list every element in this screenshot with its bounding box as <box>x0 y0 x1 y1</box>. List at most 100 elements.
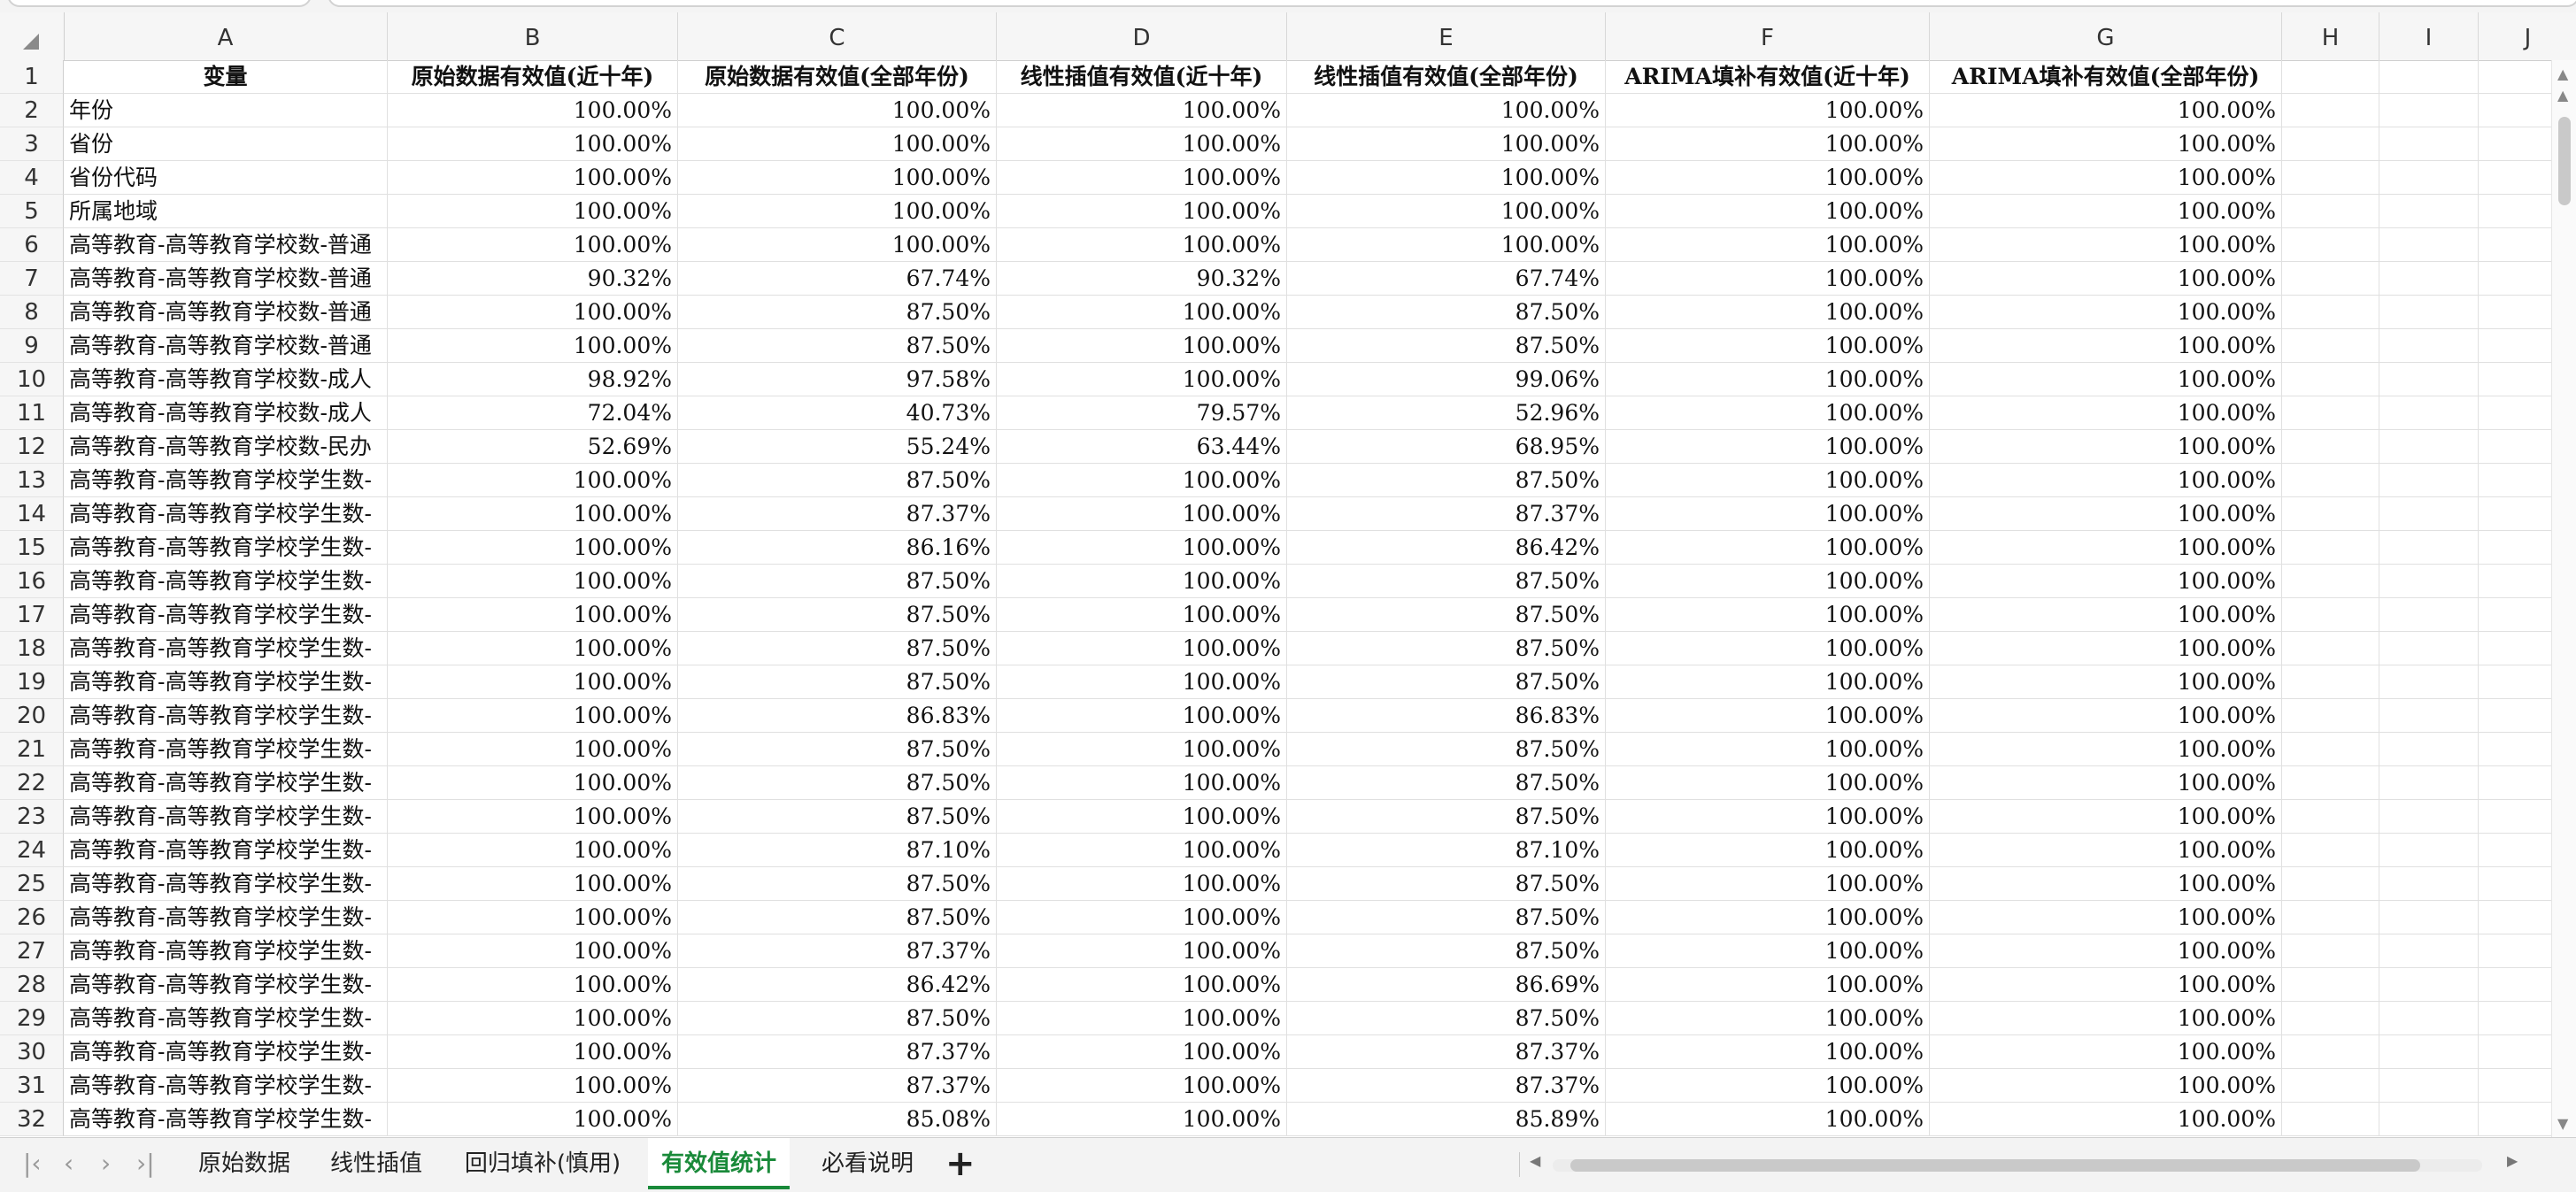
table-cell[interactable] <box>2479 497 2551 531</box>
table-cell[interactable]: 高等教育-高等教育学校学生数- <box>64 800 388 834</box>
table-cell[interactable]: 87.50% <box>678 329 997 363</box>
table-cell[interactable]: 高等教育-高等教育学校学生数- <box>64 632 388 665</box>
table-cell[interactable]: 87.50% <box>1287 665 1606 699</box>
table-cell[interactable] <box>2479 329 2551 363</box>
table-cell[interactable]: 100.00% <box>997 901 1287 934</box>
column-header-b[interactable]: B <box>388 12 678 60</box>
table-cell[interactable] <box>2282 968 2379 1002</box>
table-cell[interactable]: 100.00% <box>1930 1035 2282 1069</box>
table-cell[interactable]: 100.00% <box>1606 531 1930 565</box>
table-cell[interactable]: 40.73% <box>678 396 997 430</box>
table-cell[interactable]: 100.00% <box>997 195 1287 228</box>
table-cell[interactable] <box>2479 262 2551 296</box>
scroll-left-icon[interactable]: ◀ <box>1530 1152 1540 1169</box>
header-cell[interactable]: 原始数据有效值(全部年份) <box>678 60 997 94</box>
header-cell[interactable] <box>2379 60 2479 94</box>
table-cell[interactable]: 高等教育-高等教育学校学生数- <box>64 565 388 598</box>
table-cell[interactable] <box>2282 296 2379 329</box>
table-cell[interactable] <box>2282 127 2379 161</box>
table-cell[interactable]: 52.96% <box>1287 396 1606 430</box>
table-cell[interactable]: 100.00% <box>1930 1069 2282 1103</box>
table-cell[interactable]: 100.00% <box>388 1069 678 1103</box>
table-cell[interactable] <box>2379 733 2479 766</box>
column-header-a[interactable]: A <box>64 12 388 60</box>
table-cell[interactable]: 100.00% <box>997 598 1287 632</box>
table-cell[interactable]: 高等教育-高等教育学校学生数- <box>64 464 388 497</box>
table-cell[interactable]: 87.50% <box>678 632 997 665</box>
table-cell[interactable] <box>2379 632 2479 665</box>
table-cell[interactable]: 87.50% <box>678 296 997 329</box>
table-cell[interactable]: 87.50% <box>1287 565 1606 598</box>
table-cell[interactable]: 87.50% <box>678 766 997 800</box>
table-cell[interactable]: 100.00% <box>388 1002 678 1035</box>
table-cell[interactable] <box>2479 665 2551 699</box>
table-cell[interactable]: 100.00% <box>1930 766 2282 800</box>
table-cell[interactable]: 87.50% <box>678 565 997 598</box>
row-header[interactable]: 14 <box>0 497 64 531</box>
table-cell[interactable]: 100.00% <box>388 531 678 565</box>
table-cell[interactable]: 100.00% <box>1930 1002 2282 1035</box>
row-header[interactable]: 11 <box>0 396 64 430</box>
table-cell[interactable]: 98.92% <box>388 363 678 396</box>
table-cell[interactable]: 100.00% <box>388 834 678 867</box>
table-cell[interactable] <box>2379 497 2479 531</box>
table-cell[interactable]: 100.00% <box>997 329 1287 363</box>
header-cell[interactable]: 原始数据有效值(近十年) <box>388 60 678 94</box>
table-cell[interactable] <box>2379 665 2479 699</box>
column-header-i[interactable]: I <box>2379 12 2479 60</box>
table-cell[interactable] <box>2282 161 2379 195</box>
table-cell[interactable]: 87.50% <box>678 800 997 834</box>
table-cell[interactable] <box>2379 699 2479 733</box>
header-cell[interactable]: 线性插值有效值(全部年份) <box>1287 60 1606 94</box>
table-cell[interactable]: 100.00% <box>997 127 1287 161</box>
table-cell[interactable]: 100.00% <box>1606 430 1930 464</box>
table-cell[interactable]: 100.00% <box>1606 497 1930 531</box>
table-cell[interactable]: 100.00% <box>1930 632 2282 665</box>
table-cell[interactable]: 100.00% <box>997 228 1287 262</box>
table-cell[interactable]: 100.00% <box>1930 665 2282 699</box>
header-cell[interactable]: 变量 <box>64 60 388 94</box>
row-header[interactable]: 28 <box>0 968 64 1002</box>
table-cell[interactable] <box>2282 598 2379 632</box>
table-cell[interactable]: 99.06% <box>1287 363 1606 396</box>
table-cell[interactable] <box>2479 396 2551 430</box>
table-cell[interactable]: 100.00% <box>1930 934 2282 968</box>
table-cell[interactable]: 100.00% <box>1930 699 2282 733</box>
table-cell[interactable] <box>2379 296 2479 329</box>
table-cell[interactable]: 79.57% <box>997 396 1287 430</box>
table-cell[interactable] <box>2282 531 2379 565</box>
table-cell[interactable]: 高等教育-高等教育学校数-普通 <box>64 296 388 329</box>
table-cell[interactable]: 100.00% <box>1930 262 2282 296</box>
table-cell[interactable]: 100.00% <box>1606 834 1930 867</box>
table-cell[interactable]: 100.00% <box>1930 598 2282 632</box>
table-cell[interactable] <box>2379 363 2479 396</box>
table-cell[interactable] <box>2379 430 2479 464</box>
table-cell[interactable]: 100.00% <box>997 766 1287 800</box>
table-cell[interactable] <box>2379 127 2479 161</box>
table-cell[interactable]: 高等教育-高等教育学校数-普通 <box>64 262 388 296</box>
table-cell[interactable]: 63.44% <box>997 430 1287 464</box>
table-cell[interactable]: 高等教育-高等教育学校学生数- <box>64 934 388 968</box>
table-cell[interactable]: 87.37% <box>1287 497 1606 531</box>
table-cell[interactable]: 100.00% <box>1606 94 1930 127</box>
table-cell[interactable] <box>2282 733 2379 766</box>
row-header[interactable]: 27 <box>0 934 64 968</box>
table-cell[interactable]: 100.00% <box>388 228 678 262</box>
table-cell[interactable] <box>2479 430 2551 464</box>
table-cell[interactable]: 100.00% <box>388 127 678 161</box>
table-cell[interactable]: 87.50% <box>678 464 997 497</box>
table-cell[interactable]: 87.37% <box>678 1035 997 1069</box>
table-cell[interactable]: 100.00% <box>1930 565 2282 598</box>
table-cell[interactable] <box>2379 598 2479 632</box>
table-cell[interactable] <box>2379 1103 2479 1136</box>
table-cell[interactable]: 86.16% <box>678 531 997 565</box>
table-cell[interactable] <box>2479 733 2551 766</box>
table-cell[interactable]: 87.50% <box>1287 733 1606 766</box>
table-cell[interactable]: 100.00% <box>1606 968 1930 1002</box>
row-header[interactable]: 26 <box>0 901 64 934</box>
table-cell[interactable] <box>2479 363 2551 396</box>
table-cell[interactable]: 86.42% <box>678 968 997 1002</box>
table-cell[interactable] <box>2479 968 2551 1002</box>
table-cell[interactable]: 87.50% <box>678 901 997 934</box>
table-cell[interactable] <box>2282 901 2379 934</box>
